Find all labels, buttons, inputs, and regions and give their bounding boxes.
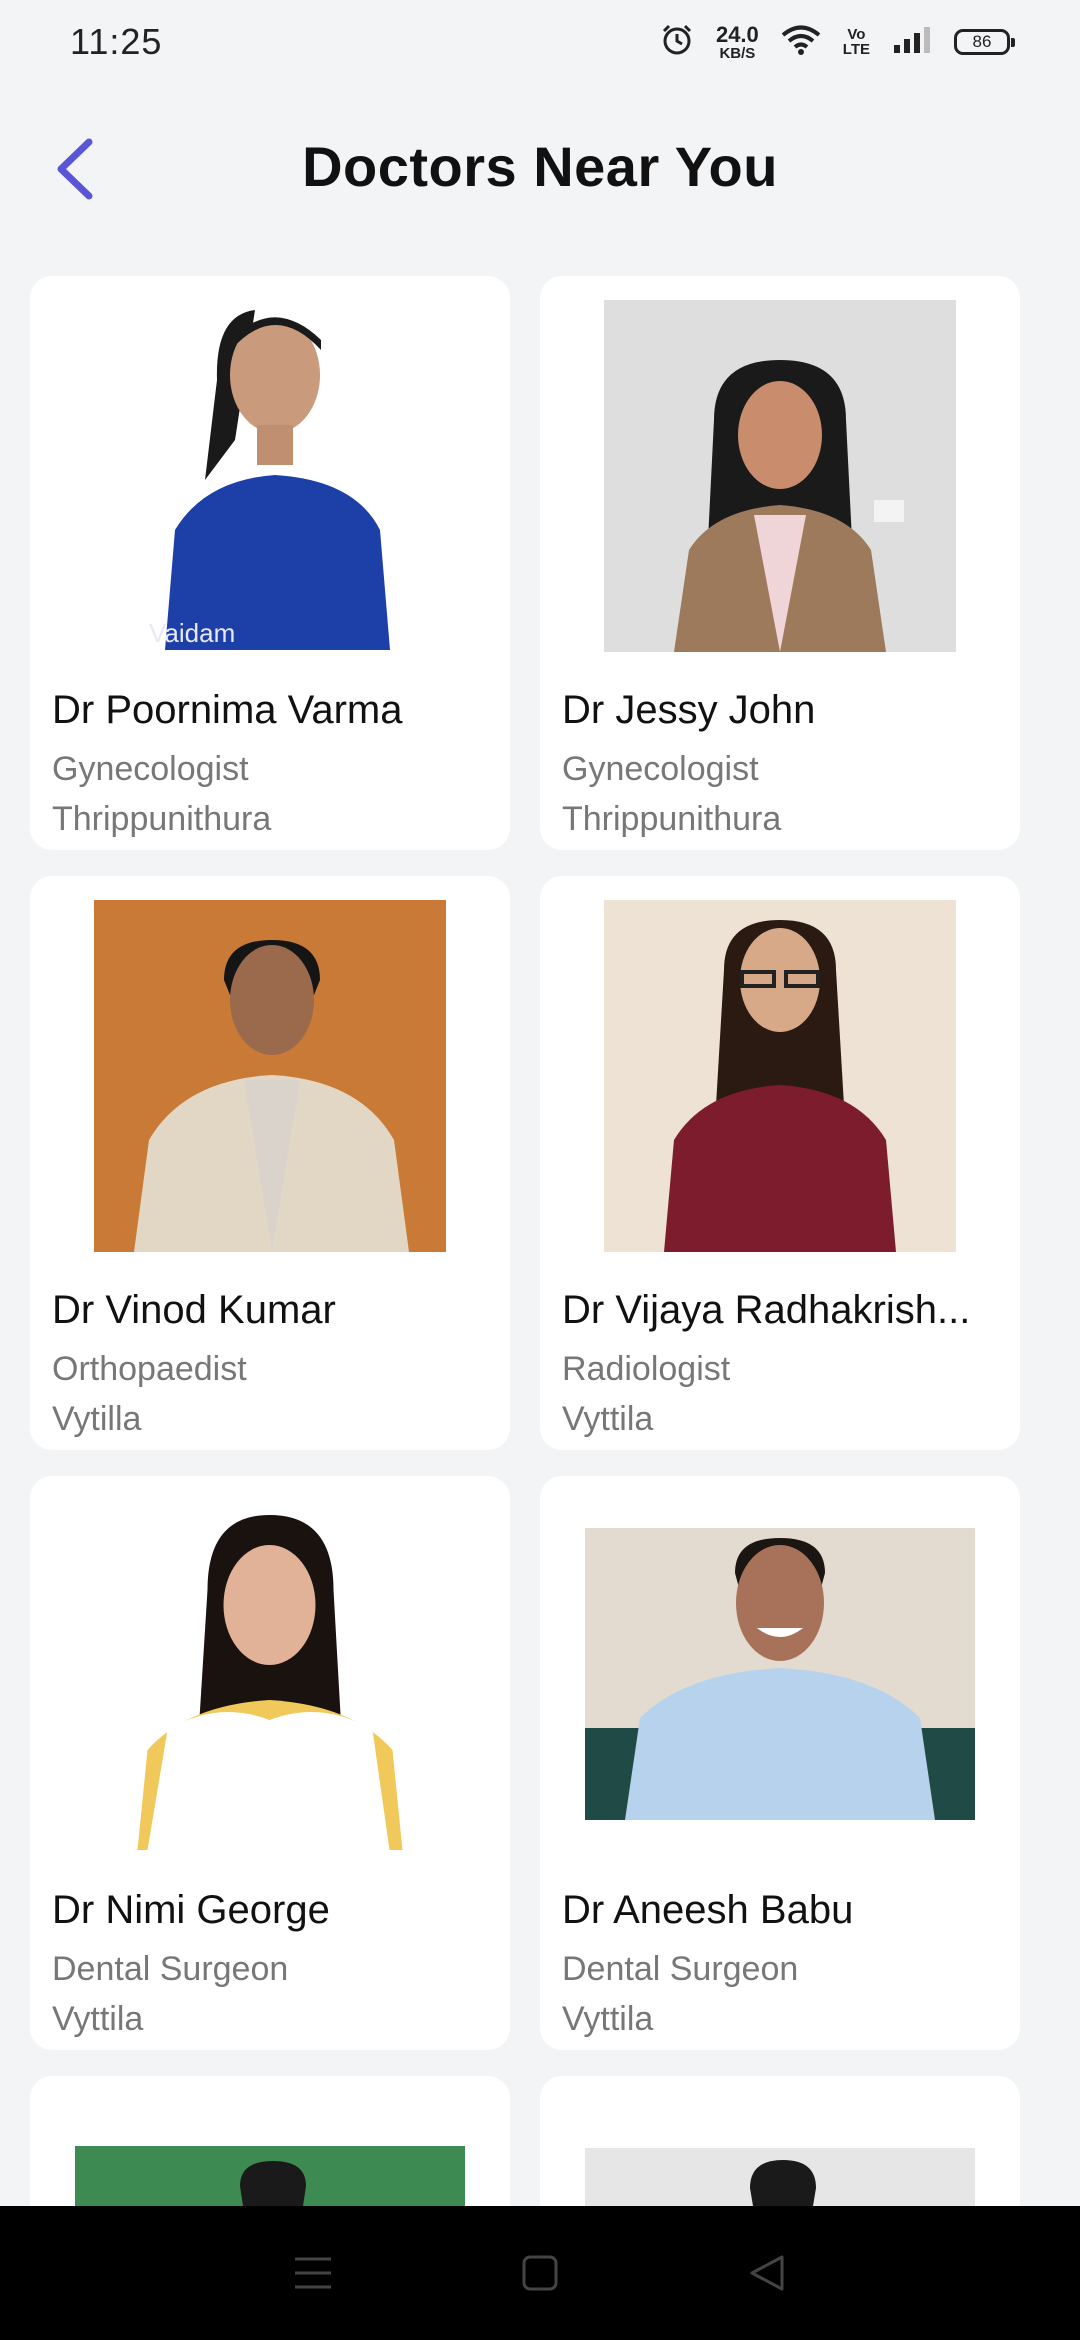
doctor-card[interactable]: Dr Aneesh Babu Dental Surgeon Vyttila: [540, 1476, 1020, 2050]
doctor-name: Dr Aneesh Babu: [562, 1888, 854, 1932]
doctor-photo: [127, 1500, 413, 1850]
home-button[interactable]: [500, 2233, 580, 2313]
app-bar: Doctors Near You: [0, 120, 1080, 220]
doctor-name: Dr Jessy John: [562, 688, 816, 732]
doctor-photo: [585, 1528, 975, 1820]
volte-indicator: Vo LTE: [843, 27, 870, 57]
doctor-name: Dr Poornima Varma: [52, 688, 403, 732]
doctor-card[interactable]: Dr Nimi George Dental Surgeon Vyttila: [30, 1476, 510, 2050]
page-title: Doctors Near You: [302, 135, 778, 198]
doctor-specialty: Gynecologist: [562, 750, 759, 788]
doctor-specialty: Gynecologist: [52, 750, 249, 788]
doctor-location: Vyttila: [52, 2000, 144, 2038]
wifi-icon: [781, 24, 821, 61]
home-square-icon: [522, 2255, 558, 2291]
recents-button[interactable]: [273, 2233, 353, 2313]
doctor-specialty: Radiologist: [562, 1350, 731, 1388]
volte-bottom: LTE: [842, 41, 870, 58]
doctor-location: Vyttila: [562, 2000, 654, 2038]
doctor-specialty: Orthopaedist: [52, 1350, 247, 1388]
doctor-location: Thrippunithura: [52, 800, 272, 838]
doctor-specialty: Dental Surgeon: [52, 1950, 289, 1988]
battery-level: 86: [972, 32, 992, 51]
system-nav-bar: [0, 2206, 1080, 2340]
doctor-photo: [94, 900, 446, 1252]
doctor-location: Vyttila: [562, 1400, 654, 1438]
volte-top: Vo: [847, 26, 866, 43]
doctor-grid: Vaidam Dr Poornima Varma Gynecologist Th…: [30, 276, 1020, 2276]
doctor-name: Dr Nimi George: [52, 1888, 330, 1932]
doctor-location: Vytilla: [52, 1400, 142, 1438]
doctor-specialty: Dental Surgeon: [562, 1950, 799, 1988]
doctor-photo: [604, 900, 956, 1252]
net-speed-value: 24.0: [715, 21, 759, 47]
doctor-name: Dr Vinod Kumar: [52, 1288, 336, 1332]
battery-icon: 86: [954, 29, 1015, 55]
doctor-card[interactable]: Dr Vinod Kumar Orthopaedist Vytilla: [30, 876, 510, 1450]
status-icons: 24.0 KB/S Vo LTE 86: [660, 21, 1015, 62]
alarm-icon: [660, 23, 694, 62]
signal-icon: [892, 25, 932, 60]
menu-icon: [295, 2257, 332, 2289]
doctor-card[interactable]: Dr Jessy John Gynecologist Thrippunithur…: [540, 276, 1020, 850]
status-bar: 11:25 24.0 KB/S Vo LTE 86: [0, 0, 1080, 84]
back-nav-button[interactable]: [727, 2233, 807, 2313]
doctor-card[interactable]: Vaidam Dr Poornima Varma Gynecologist Th…: [30, 276, 510, 850]
doctor-name: Dr Vijaya Radhakrish...: [562, 1288, 971, 1332]
network-speed: 24.0 KB/S: [715, 21, 759, 62]
photo-watermark: Vaidam: [149, 618, 235, 648]
doctor-photo: [604, 300, 956, 652]
doctor-location: Thrippunithura: [562, 800, 782, 838]
doctor-card[interactable]: Dr Vijaya Radhakrish... Radiologist Vytt…: [540, 876, 1020, 1450]
status-time: 11:25: [70, 21, 163, 62]
net-speed-unit: KB/S: [719, 44, 756, 62]
back-triangle-icon: [750, 2255, 784, 2291]
doctor-photo: Vaidam: [145, 300, 395, 650]
